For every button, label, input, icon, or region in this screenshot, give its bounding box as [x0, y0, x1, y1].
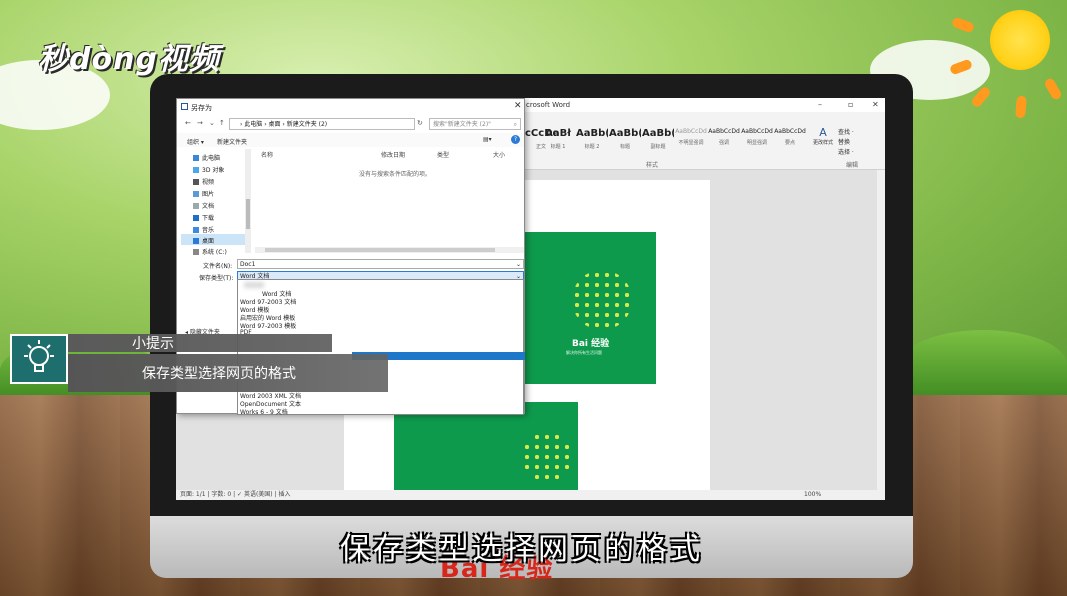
tree-scroll-thumb[interactable] [246, 199, 250, 229]
tree-item-this-pc[interactable]: 此电脑 [193, 153, 220, 162]
tip-title-bar [68, 334, 332, 352]
dialog-close-icon[interactable]: ✕ [514, 101, 522, 111]
change-styles-button[interactable]: A 更改样式 [810, 126, 836, 146]
sun-icon [990, 10, 1050, 70]
cube-icon [193, 167, 199, 173]
tree-item-pictures[interactable]: 图片 [193, 189, 214, 198]
style-item[interactable]: AaBbCcDd 明显强调 [741, 128, 773, 158]
style-item[interactable]: AaBbCcDd 强调 [708, 128, 740, 158]
computer-icon [193, 155, 199, 161]
word-doc-icon [181, 103, 188, 110]
back-icon[interactable]: ← [185, 119, 191, 127]
chevron-down-icon: ⌄ [515, 261, 521, 268]
grass [900, 330, 1067, 400]
edit-tools: 查找 · 替换 选择 · [838, 128, 854, 158]
new-folder-button[interactable]: 新建文件夹 [217, 137, 247, 146]
navigation-tree: 此电脑 3D 对象 视频 图片 文档 下载 音乐 桌面 系统 (C:) [177, 149, 253, 256]
picture-icon [193, 191, 199, 197]
video-subtitle: 保存类型选择网页的格式 [340, 532, 703, 567]
tree-item-3d-objects[interactable]: 3D 对象 [193, 165, 224, 174]
forward-icon[interactable]: → [197, 119, 203, 127]
download-icon [193, 215, 199, 221]
search-icon: ⌕ [513, 121, 517, 128]
edit-group-label: 编辑 [846, 162, 859, 169]
organize-button[interactable]: 组织 ▾ [187, 137, 204, 146]
breadcrumb: › 此电脑 › 桌面 › 新建文件夹 (2) [240, 121, 328, 128]
scroll-thumb[interactable] [265, 248, 495, 252]
tree-item-downloads[interactable]: 下载 [193, 213, 214, 222]
maximize-icon[interactable]: ▫ [848, 100, 853, 109]
help-icon[interactable]: ? [511, 135, 520, 144]
filename-input[interactable]: Doc1 ⌄ [237, 259, 524, 269]
horizontal-scrollbar[interactable] [255, 247, 524, 253]
video-icon [193, 179, 199, 185]
music-icon [193, 227, 199, 233]
tree-item-videos[interactable]: 视频 [193, 177, 214, 186]
recent-dropdown-icon[interactable]: ⌄ [209, 119, 215, 127]
view-options-icon[interactable]: ▤▾ [483, 136, 492, 143]
desktop-icon [193, 238, 199, 244]
find-button[interactable]: 查找 · [838, 128, 854, 138]
address-bar[interactable]: › 此电脑 › 桌面 › 新建文件夹 (2) [229, 118, 415, 130]
styles-group-label: 样式 [646, 162, 659, 169]
replace-button[interactable]: 替换 [838, 138, 854, 148]
tree-item-music[interactable]: 音乐 [193, 225, 214, 234]
close-icon[interactable]: ✕ [872, 100, 879, 109]
tip-title: 小提示 [132, 336, 174, 352]
command-bar: 组织 ▾ 新建文件夹 ▤▾ ? [177, 133, 524, 147]
status-bar: 页面: 1/1 | 字数: 0 | ✓ 英语(美国) | 插入 100% [176, 490, 885, 500]
filename-label: 文件名(N): [203, 263, 233, 270]
column-modified[interactable]: 修改日期 [381, 150, 405, 159]
styles-icon: A [819, 126, 827, 139]
drive-icon [193, 249, 199, 255]
style-item[interactable]: AaBł 标题 1 [542, 128, 574, 158]
baidu-mini-logo: Bai 经验 [572, 339, 610, 349]
dandelion-graphic [572, 270, 632, 330]
column-name[interactable]: 名称 [261, 150, 273, 159]
column-size[interactable]: 大小 [493, 150, 505, 159]
dandelion-graphic [522, 432, 572, 482]
style-item[interactable]: AaBbCcDd 要点 [774, 128, 806, 158]
style-item[interactable]: AaBb(副标题 [642, 128, 674, 158]
minimize-icon[interactable]: – [818, 100, 822, 109]
empty-message: 没有与搜索条件匹配的项。 [359, 171, 432, 178]
tip-lightbulb-icon [10, 334, 68, 384]
document-icon [193, 203, 199, 209]
zoom-level: 100% [804, 491, 822, 498]
screen: crosoft Word – ▫ ✕ cCcDd 正文 AaBł 标题 1 AaBb… [176, 98, 885, 500]
file-list: 名称 修改日期 类型 大小 没有与搜索条件匹配的项。 [253, 147, 524, 243]
tree-item-desktop[interactable]: 桌面 [193, 236, 214, 245]
word-title: crosoft Word [526, 101, 571, 109]
filetype-label: 保存类型(T): [199, 275, 234, 282]
select-button[interactable]: 选择 · [838, 148, 854, 158]
status-text: 页面: 1/1 | 字数: 0 | ✓ 英语(美国) | 插入 [180, 491, 291, 498]
tip-text: 保存类型选择网页的格式 [142, 366, 296, 382]
dialog-title: 另存为 [191, 104, 212, 112]
tree-item-system-c[interactable]: 系统 (C:) [193, 247, 227, 256]
filetype-option[interactable]: Works 6 - 9 文档 [240, 407, 288, 416]
baidu-mini-sub: 解决你所有生活问题 [566, 350, 602, 355]
style-item[interactable]: AaBb(标题 [609, 128, 641, 158]
style-item[interactable]: AaBb(标题 2 [576, 128, 608, 158]
brand-logo: 秒dòng视频 [38, 42, 220, 77]
style-item[interactable]: AaBbCcDd 不明显强调 [675, 128, 707, 158]
inserted-image[interactable] [394, 402, 578, 500]
column-type[interactable]: 类型 [437, 150, 449, 159]
refresh-icon[interactable]: ↻ [417, 119, 423, 127]
search-input[interactable]: 搜索"新建文件夹 (2)" ⌕ [429, 118, 521, 130]
up-icon[interactable]: ↑ [219, 119, 225, 127]
vertical-scrollbar[interactable] [877, 170, 885, 490]
tree-item-documents[interactable]: 文档 [193, 201, 214, 210]
